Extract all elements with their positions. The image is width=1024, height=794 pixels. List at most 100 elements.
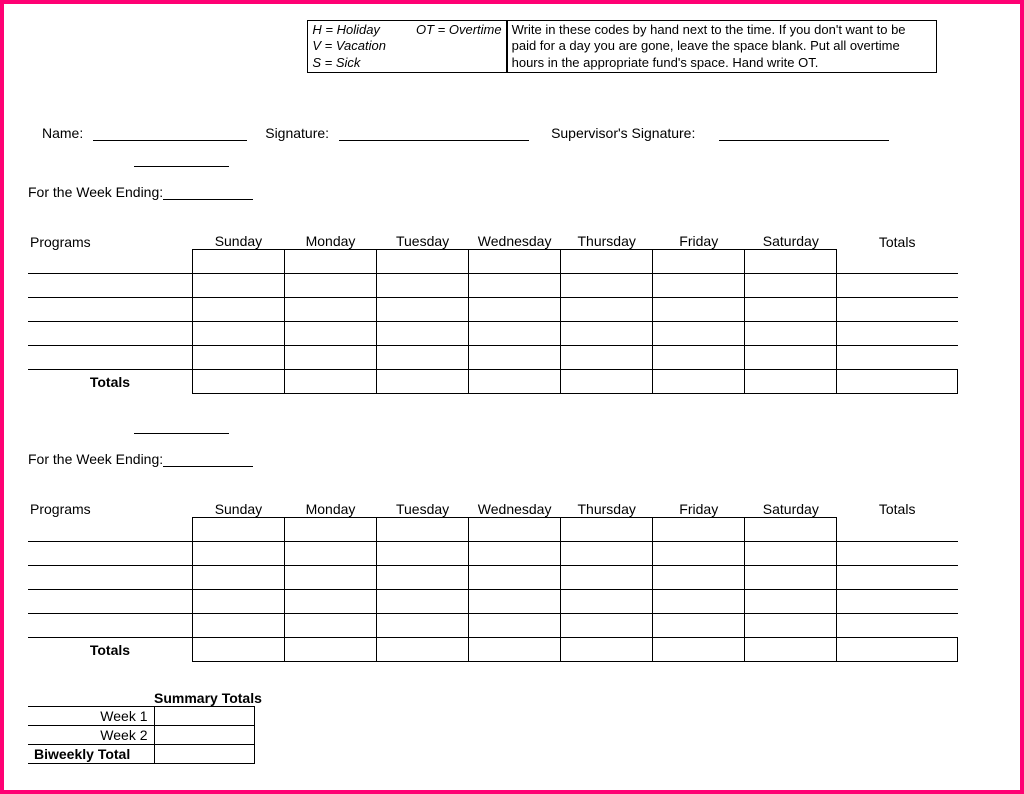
table-cell[interactable] xyxy=(192,637,284,661)
table-cell[interactable] xyxy=(561,637,653,661)
table-cell[interactable] xyxy=(745,541,837,565)
table-cell[interactable] xyxy=(745,274,837,298)
table-cell[interactable] xyxy=(469,322,561,346)
table-cell[interactable] xyxy=(561,565,653,589)
table-cell[interactable] xyxy=(192,274,284,298)
table-cell[interactable] xyxy=(469,250,561,274)
summary-week1-value[interactable] xyxy=(154,706,254,725)
table-cell[interactable] xyxy=(561,322,653,346)
table-cell[interactable] xyxy=(745,298,837,322)
table-cell[interactable] xyxy=(561,298,653,322)
table-cell[interactable] xyxy=(745,613,837,637)
table-cell[interactable] xyxy=(377,250,469,274)
table-cell[interactable] xyxy=(377,517,469,541)
table-cell[interactable] xyxy=(653,250,745,274)
table-cell[interactable] xyxy=(377,637,469,661)
signature-field[interactable] xyxy=(339,127,529,141)
table-cell[interactable] xyxy=(469,613,561,637)
table-cell[interactable] xyxy=(284,322,376,346)
table-cell[interactable] xyxy=(192,589,284,613)
table-cell[interactable] xyxy=(192,613,284,637)
week2-prefield[interactable] xyxy=(134,420,229,434)
col-tue: Tuesday xyxy=(377,495,469,517)
name-field[interactable] xyxy=(93,127,247,141)
table-cell[interactable] xyxy=(745,346,837,370)
table-cell[interactable] xyxy=(653,637,745,661)
table-cell[interactable] xyxy=(284,346,376,370)
table-cell[interactable] xyxy=(284,565,376,589)
table-cell[interactable] xyxy=(469,517,561,541)
table-cell[interactable] xyxy=(561,541,653,565)
table-cell[interactable] xyxy=(745,250,837,274)
table-cell[interactable] xyxy=(469,274,561,298)
week1-prefield[interactable] xyxy=(134,153,229,167)
table-cell[interactable] xyxy=(284,517,376,541)
table-cell[interactable] xyxy=(377,322,469,346)
table-cell[interactable] xyxy=(377,274,469,298)
table-cell[interactable] xyxy=(192,250,284,274)
table-cell[interactable] xyxy=(377,541,469,565)
table-cell[interactable] xyxy=(377,589,469,613)
col-fri: Friday xyxy=(653,228,745,250)
table-cell[interactable] xyxy=(192,565,284,589)
table-cell[interactable] xyxy=(561,613,653,637)
table-cell[interactable] xyxy=(653,346,745,370)
table-cell[interactable] xyxy=(837,637,958,661)
table-cell[interactable] xyxy=(561,589,653,613)
table-cell[interactable] xyxy=(284,589,376,613)
table-cell[interactable] xyxy=(284,250,376,274)
table-cell[interactable] xyxy=(192,346,284,370)
table-cell[interactable] xyxy=(192,517,284,541)
table-cell[interactable] xyxy=(653,613,745,637)
table-cell[interactable] xyxy=(377,370,469,394)
table-cell[interactable] xyxy=(653,298,745,322)
table-cell[interactable] xyxy=(561,370,653,394)
week2-ending-field[interactable] xyxy=(163,453,253,467)
table-cell[interactable] xyxy=(745,322,837,346)
table-cell[interactable] xyxy=(561,517,653,541)
table-cell[interactable] xyxy=(745,589,837,613)
table-cell[interactable] xyxy=(745,517,837,541)
table-cell[interactable] xyxy=(653,589,745,613)
table-cell[interactable] xyxy=(284,370,376,394)
table-cell[interactable] xyxy=(653,370,745,394)
table-cell[interactable] xyxy=(284,298,376,322)
table-cell[interactable] xyxy=(653,322,745,346)
summary-biweekly-value[interactable] xyxy=(154,744,254,763)
table-cell[interactable] xyxy=(561,346,653,370)
week2-grid: Programs Sunday Monday Tuesday Wednesday… xyxy=(28,495,958,662)
table-cell[interactable] xyxy=(745,370,837,394)
table-cell[interactable] xyxy=(377,298,469,322)
table-cell[interactable] xyxy=(192,322,284,346)
week1-ending-field[interactable] xyxy=(163,186,253,200)
code-holiday: H = Holiday xyxy=(312,22,412,38)
table-cell[interactable] xyxy=(284,613,376,637)
table-cell[interactable] xyxy=(561,274,653,298)
table-cell[interactable] xyxy=(469,298,561,322)
table-cell[interactable] xyxy=(837,370,958,394)
table-cell[interactable] xyxy=(284,637,376,661)
table-cell[interactable] xyxy=(653,274,745,298)
table-cell[interactable] xyxy=(469,589,561,613)
table-cell[interactable] xyxy=(653,565,745,589)
table-cell[interactable] xyxy=(192,370,284,394)
table-cell[interactable] xyxy=(653,541,745,565)
table-cell[interactable] xyxy=(469,637,561,661)
summary-week2-value[interactable] xyxy=(154,725,254,744)
table-cell[interactable] xyxy=(745,637,837,661)
table-cell[interactable] xyxy=(284,541,376,565)
table-cell[interactable] xyxy=(469,541,561,565)
table-cell[interactable] xyxy=(377,346,469,370)
table-cell[interactable] xyxy=(745,565,837,589)
table-cell[interactable] xyxy=(377,565,469,589)
table-cell[interactable] xyxy=(192,541,284,565)
table-cell[interactable] xyxy=(653,517,745,541)
table-cell[interactable] xyxy=(192,298,284,322)
table-cell[interactable] xyxy=(469,565,561,589)
table-cell[interactable] xyxy=(561,250,653,274)
table-cell[interactable] xyxy=(377,613,469,637)
table-cell[interactable] xyxy=(469,370,561,394)
table-cell[interactable] xyxy=(469,346,561,370)
table-cell[interactable] xyxy=(284,274,376,298)
supervisor-field[interactable] xyxy=(719,127,889,141)
